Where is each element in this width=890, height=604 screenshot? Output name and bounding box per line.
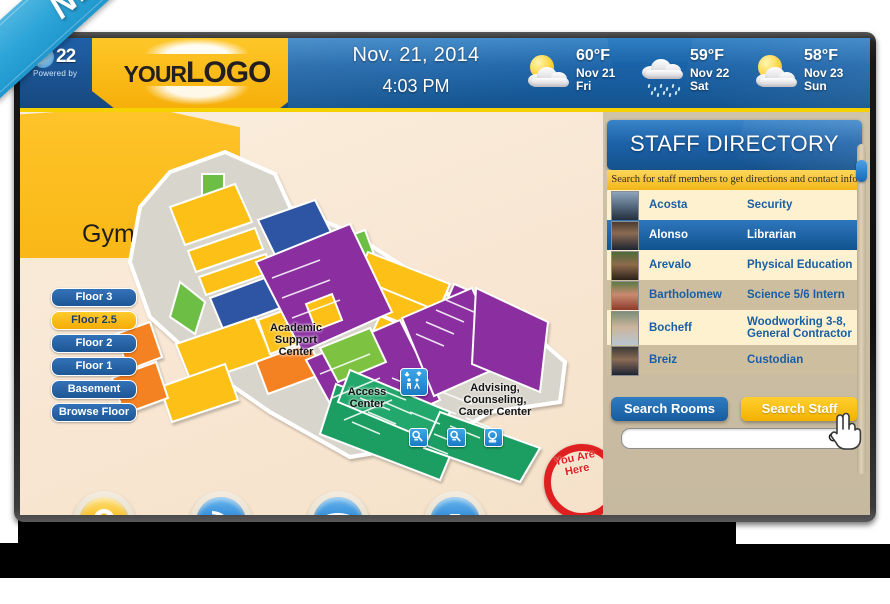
logo-flourish-top-icon — [137, 38, 257, 54]
staff-role: Custodian — [747, 354, 804, 366]
search-poi-icon[interactable] — [409, 428, 428, 447]
customer-logo: YOURLOGO — [92, 38, 288, 108]
avatar — [611, 346, 639, 376]
floor-button-floor-1[interactable]: Floor 1 — [51, 357, 137, 376]
weather-card-1: 59°F Nov 22 Sat — [640, 46, 758, 102]
directory-scrollbar-track[interactable] — [857, 144, 866, 474]
staff-list[interactable]: Acosta Security Alonso Librarian Arevalo… — [607, 190, 862, 376]
customer-logo-text-bold: LOGO — [186, 56, 271, 89]
avatar — [611, 281, 639, 311]
avatar — [611, 221, 639, 251]
top-bar: 22 Powered by YOURLOGO Nov. 21, 2014 4:0… — [20, 38, 870, 108]
search-box[interactable] — [621, 428, 851, 449]
avatar — [611, 311, 639, 346]
monitor-shadow-lower — [0, 543, 740, 578]
partly-sunny-icon — [528, 54, 574, 88]
avatar — [611, 191, 639, 221]
staff-role: Science 5/6 Intern — [747, 289, 845, 301]
current-time: 4:03 PM — [382, 76, 450, 96]
partly-sunny-icon — [756, 54, 802, 88]
raindrops-icon — [647, 83, 682, 98]
staff-name: Alonso — [649, 229, 688, 241]
weather-card-2: 58°F Nov 23 Sun — [754, 46, 870, 102]
screenshot-stage: 22 Powered by YOURLOGO Nov. 21, 2014 4:0… — [0, 0, 890, 604]
elevator-restroom-icon[interactable] — [400, 368, 428, 396]
customer-logo-text: YOURLOGO — [92, 56, 288, 90]
vendor-logo-text: 22 — [56, 46, 76, 67]
weather-day: Nov 22 — [690, 66, 730, 80]
avatar — [611, 251, 639, 281]
staff-directory-panel: STAFF DIRECTORY Search for staff members… — [603, 112, 870, 515]
nav-item-news[interactable]: News — [183, 491, 259, 515]
kiosk-screen: 22 Powered by YOURLOGO Nov. 21, 2014 4:0… — [20, 38, 870, 515]
staff-role: Security — [747, 199, 793, 211]
weather-temp: 60°F — [576, 47, 610, 64]
floor-button-browse-floor[interactable]: Browse Floor — [51, 403, 137, 422]
staff-directory-subtitle: Search for staff members to get directio… — [607, 170, 862, 190]
staff-name: Arevalo — [649, 259, 692, 271]
logo-flourish-bottom-icon — [137, 86, 257, 108]
nav-item-athletics[interactable]: Town Athletics — [300, 491, 376, 515]
rain-icon — [642, 54, 688, 98]
staff-name: Acosta — [649, 199, 688, 211]
current-date: Nov. 21, 2014 — [352, 44, 480, 66]
floor-selector: Floor 3 Floor 2.5 Floor 2 Floor 1 Baseme… — [51, 288, 137, 426]
map-label-access-center: Access Center — [347, 386, 387, 410]
weather-day: Nov 23 — [804, 66, 844, 80]
weather-dow: Sat — [690, 79, 709, 93]
info-poi-icon[interactable] — [484, 428, 503, 447]
search-staff-button[interactable]: Search Staff — [741, 397, 858, 421]
search-icon[interactable] — [827, 431, 842, 451]
search-mode-buttons: Search Rooms Search Staff — [611, 397, 861, 421]
datetime-block: Nov. 21, 2014 4:03 PM — [306, 44, 526, 97]
floor-button-floor-2-5[interactable]: Floor 2.5 — [51, 311, 137, 330]
staff-role: Librarian — [747, 229, 797, 241]
staff-role: Physical Education — [747, 259, 853, 271]
search-poi-icon[interactable] — [447, 428, 466, 447]
staff-row-bocheff[interactable]: Bocheff Woodworking 3-8, General Contrac… — [607, 310, 862, 346]
info-panel: Nov. 21, 2014 4:03 PM 60°F Nov 21 Fri 59… — [288, 38, 870, 108]
staff-row-alonso[interactable]: Alonso Librarian — [607, 220, 862, 251]
nav-item-map[interactable]: Map — [66, 491, 142, 515]
floor-button-floor-2[interactable]: Floor 2 — [51, 334, 137, 353]
customer-logo-text-light: YOUR — [123, 61, 187, 87]
map-label-academic-support-center: Academic Support Center — [270, 322, 322, 358]
campus-map[interactable]: Gym Academic Support Center Access Cente… — [20, 112, 603, 515]
staff-name: Breiz — [649, 354, 678, 366]
powered-by-label: Powered by — [33, 69, 78, 78]
weather-dow: Sun — [804, 79, 827, 93]
search-rooms-button[interactable]: Search Rooms — [611, 397, 728, 421]
weather-temp: 58°F — [804, 47, 838, 64]
staff-name: Bartholomew — [649, 289, 722, 301]
map-label-advising-counseling-career-center: Advising, Counseling, Career Center — [458, 382, 532, 418]
weather-card-0: 60°F Nov 21 Fri — [526, 46, 644, 102]
nav-item-galleries[interactable]: Galleries — [417, 491, 493, 515]
brand-panel: 22 Powered by YOURLOGO — [20, 38, 288, 108]
staff-row-bartholomew[interactable]: Bartholomew Science 5/6 Intern — [607, 280, 862, 311]
staff-directory-header: STAFF DIRECTORY — [607, 120, 862, 170]
staff-directory-title: STAFF DIRECTORY — [630, 131, 839, 156]
staff-row-arevalo[interactable]: Arevalo Physical Education — [607, 250, 862, 281]
directory-scrollbar-thumb[interactable] — [856, 160, 867, 182]
floor-button-basement[interactable]: Basement — [51, 380, 137, 399]
shadow-cutout — [736, 520, 890, 544]
town-script-icon: Town — [313, 497, 363, 515]
staff-role: Woodworking 3-8, General Contractor — [747, 315, 852, 340]
map-pin-icon — [79, 497, 129, 515]
weather-dow: Fri — [576, 79, 592, 93]
staff-name: Bocheff — [649, 321, 692, 334]
camera-icon — [430, 497, 480, 515]
staff-row-breiz[interactable]: Breiz Custodian — [607, 345, 862, 376]
staff-row-acosta[interactable]: Acosta Security — [607, 190, 862, 221]
floor-button-floor-3[interactable]: Floor 3 — [51, 288, 137, 307]
weather-temp: 59°F — [690, 47, 724, 64]
rss-icon — [196, 497, 246, 515]
search-input[interactable] — [630, 430, 829, 449]
